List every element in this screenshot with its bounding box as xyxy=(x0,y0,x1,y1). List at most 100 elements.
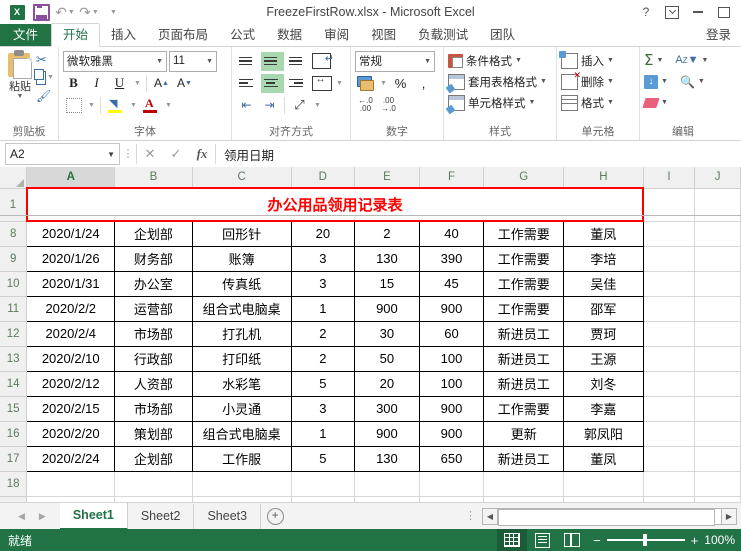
hscroll-thumb[interactable] xyxy=(498,508,715,526)
cell-f8[interactable]: 40 xyxy=(418,220,485,247)
cell-b8[interactable]: 企划部 xyxy=(114,220,193,247)
font-name-combo[interactable]: 微软雅黑 ▼ xyxy=(63,50,167,72)
cell-h18[interactable] xyxy=(563,471,644,497)
cell-h11[interactable]: 邵军 xyxy=(563,295,644,322)
row-header-16[interactable]: 16 xyxy=(0,421,28,447)
percent-style-button[interactable]: % xyxy=(390,73,411,93)
autosum-icon[interactable]: Σ xyxy=(644,53,653,68)
cell-b18[interactable] xyxy=(114,471,193,497)
cell-a14[interactable]: 2020/2/12 xyxy=(26,370,116,397)
tab-page-layout[interactable]: 页面布局 xyxy=(147,24,219,46)
cell-h10[interactable]: 吴佳 xyxy=(563,270,644,297)
increase-indent-button[interactable]: ⇥ xyxy=(259,95,280,115)
cell-f16[interactable]: 900 xyxy=(418,420,485,447)
cell-j12[interactable] xyxy=(694,321,741,347)
chevron-down-icon[interactable]: ▼ xyxy=(661,78,668,85)
zoom-out-button[interactable]: − xyxy=(593,534,601,547)
merge-center-button[interactable] xyxy=(311,73,332,93)
cell-c13[interactable]: 打印纸 xyxy=(191,345,292,372)
accounting-format-button[interactable] xyxy=(355,73,376,93)
page-break-view-button[interactable] xyxy=(557,529,587,551)
orientation-dropdown-icon[interactable]: ▼ xyxy=(312,95,322,115)
cell-h12[interactable]: 贾珂 xyxy=(563,320,644,347)
sheet-tab-sheet2[interactable]: Sheet2 xyxy=(128,503,195,529)
cell-c8[interactable]: 回形针 xyxy=(191,220,292,247)
scroll-right-button[interactable]: ▶ xyxy=(721,507,737,525)
comma-style-button[interactable]: , xyxy=(413,73,434,93)
insert-cells-button[interactable]: 插入 ▼ xyxy=(559,50,614,71)
next-sheet-icon[interactable]: ▶ xyxy=(39,511,46,522)
cell-i9[interactable] xyxy=(643,246,696,272)
cell-g10[interactable]: 工作需要 xyxy=(483,270,565,297)
italic-button[interactable]: I xyxy=(86,73,107,93)
horizontal-scrollbar[interactable]: ◀ ▶ xyxy=(482,507,741,526)
cell-c18[interactable] xyxy=(192,471,292,497)
cell-f10[interactable]: 45 xyxy=(418,270,485,297)
row-header-11[interactable]: 11 xyxy=(0,296,28,322)
zoom-slider-thumb[interactable] xyxy=(642,534,647,547)
cell-i19[interactable] xyxy=(643,496,696,502)
cell-d10[interactable]: 3 xyxy=(290,270,356,297)
cell-d12[interactable]: 2 xyxy=(290,320,356,347)
cell-h13[interactable]: 王源 xyxy=(563,345,644,372)
cell-j16[interactable] xyxy=(694,421,741,447)
clear-icon[interactable] xyxy=(642,97,660,108)
format-cells-button[interactable]: 格式 ▼ xyxy=(561,92,614,113)
cell-b13[interactable]: 行政部 xyxy=(114,345,193,372)
sheet-title-cell[interactable]: 办公用品领用记录表 xyxy=(25,187,645,222)
cell-e15[interactable]: 300 xyxy=(354,395,420,422)
cell-b15[interactable]: 市场部 xyxy=(114,395,193,422)
redo-icon[interactable]: ↷ ▼ xyxy=(78,2,100,22)
cell-h19[interactable] xyxy=(563,496,644,502)
align-left-button[interactable] xyxy=(236,74,259,93)
cell-j1[interactable] xyxy=(694,188,741,222)
undo-icon[interactable]: ↶ ▼ xyxy=(54,2,76,22)
cell-h9[interactable]: 李培 xyxy=(563,245,644,272)
increase-decimal-button[interactable]: ←.0.00 xyxy=(355,95,376,115)
cell-d19[interactable] xyxy=(291,496,356,502)
cell-g19[interactable] xyxy=(483,496,565,502)
tab-home[interactable]: 开始 xyxy=(51,23,101,47)
cell-g9[interactable]: 工作需要 xyxy=(483,245,565,272)
cell-e11[interactable]: 900 xyxy=(354,295,420,322)
cell-i8[interactable] xyxy=(643,221,696,247)
cell-e12[interactable]: 30 xyxy=(354,320,420,347)
cell-h14[interactable]: 刘冬 xyxy=(563,370,644,397)
cell-c11[interactable]: 组合式电脑桌 xyxy=(191,295,292,322)
cell-i16[interactable] xyxy=(643,421,696,447)
zoom-in-button[interactable]: + xyxy=(691,534,699,547)
cell-j17[interactable] xyxy=(694,446,741,472)
insert-function-button[interactable]: fx xyxy=(189,144,215,164)
borders-button[interactable] xyxy=(63,95,84,115)
cell-i15[interactable] xyxy=(643,396,696,422)
cell-b9[interactable]: 财务部 xyxy=(114,245,193,272)
cell-a16[interactable]: 2020/2/20 xyxy=(26,420,116,447)
fill-color-button[interactable]: ◥ xyxy=(105,95,126,115)
decrease-decimal-button[interactable]: .00 →.0 xyxy=(378,95,399,115)
chevron-down-icon[interactable]: ▼ xyxy=(698,78,705,85)
font-size-combo[interactable]: 11 ▼ xyxy=(169,50,217,72)
cell-a13[interactable]: 2020/2/10 xyxy=(26,345,116,372)
cell-a8[interactable]: 2020/1/24 xyxy=(26,220,116,247)
maximize-icon[interactable] xyxy=(711,1,737,23)
conditional-formatting-button[interactable]: 条件格式 ▼ xyxy=(448,50,522,71)
number-format-combo[interactable]: 常规 ▼ xyxy=(355,50,435,72)
cell-d8[interactable]: 20 xyxy=(290,220,356,247)
cell-f19[interactable] xyxy=(419,496,485,502)
cell-i14[interactable] xyxy=(643,371,696,397)
column-header-c[interactable]: C xyxy=(192,167,292,189)
cell-b11[interactable]: 运营部 xyxy=(114,295,193,322)
tab-formulas[interactable]: 公式 xyxy=(219,24,266,46)
column-header-b[interactable]: B xyxy=(114,167,193,189)
zoom-control[interactable]: − + xyxy=(587,534,704,547)
fill-color-dropdown-icon[interactable]: ▼ xyxy=(128,95,138,115)
cell-d9[interactable]: 3 xyxy=(290,245,356,272)
cell-h15[interactable]: 李嘉 xyxy=(563,395,644,422)
cell-e9[interactable]: 130 xyxy=(354,245,420,272)
decrease-indent-button[interactable]: ⇤ xyxy=(236,95,257,115)
orientation-button[interactable]: ⤢ xyxy=(289,95,310,115)
cell-e17[interactable]: 130 xyxy=(354,445,420,472)
previous-sheet-icon[interactable]: ◀ xyxy=(18,511,25,522)
copy-button[interactable]: ▼ xyxy=(33,68,54,85)
row-header-8[interactable]: 8 xyxy=(0,221,28,247)
